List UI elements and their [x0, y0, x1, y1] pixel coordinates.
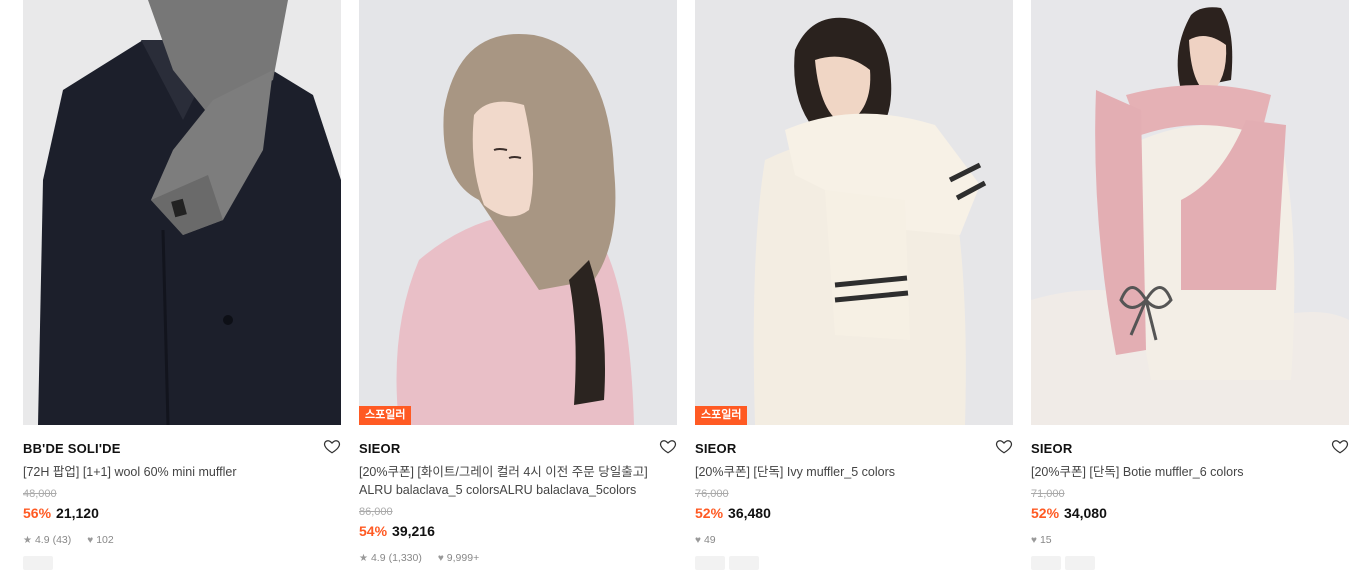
- sale-price: 21,120: [56, 505, 99, 521]
- price-line: 56% 21,120: [23, 505, 99, 521]
- like-heart-icon: ♥: [1031, 534, 1037, 546]
- tag-row: [1031, 556, 1095, 570]
- rating: 4.9: [34, 534, 50, 546]
- review-count: (43): [52, 534, 72, 546]
- price-line: 54% 39,216: [359, 523, 435, 539]
- product-card[interactable]: 스포일러 SIEOR [20%쿠폰] [단독] Ivy muffler_5 co…: [695, 0, 1013, 570]
- like-heart-icon: ♥: [87, 534, 94, 546]
- product-title-line2: ALRU balaclava_5 colorsALRU balaclava_5c…: [359, 483, 637, 497]
- product-title-line1: [20%쿠폰] [화이트/그레이 컬러 4시 이전 주문 당일출고]: [359, 465, 648, 479]
- spoiler-badge: 스포일러: [695, 406, 748, 425]
- brand-name[interactable]: SIEOR: [359, 441, 400, 456]
- like-count: 102: [96, 534, 114, 546]
- product-image[interactable]: [23, 0, 341, 425]
- product-title[interactable]: [72H 팝업] [1+1] wool 60% mini muffler: [23, 463, 323, 481]
- price-line: 52% 36,480: [695, 505, 771, 521]
- spoiler-badge: 스포일러: [359, 406, 412, 425]
- original-price: 86,000: [359, 506, 393, 518]
- tag-chip: [23, 556, 53, 570]
- star-icon: ★: [23, 534, 32, 546]
- rating: 4.9: [370, 552, 386, 564]
- tag-row: [23, 556, 53, 570]
- tag-chip: [695, 556, 725, 570]
- review-count: (1,330): [388, 552, 422, 564]
- brand-name[interactable]: BB'DE SOLI'DE: [23, 441, 121, 456]
- product-title[interactable]: [20%쿠폰] [단독] Botie muffler_6 colors: [1031, 463, 1331, 481]
- original-price: 48,000: [23, 488, 57, 500]
- star-icon: ★: [359, 552, 368, 564]
- tag-row: [695, 556, 759, 570]
- like-heart-icon: ♥: [695, 534, 701, 546]
- product-card[interactable]: BB'DE SOLI'DE [72H 팝업] [1+1] wool 60% mi…: [23, 0, 341, 570]
- sale-price: 34,080: [1064, 505, 1107, 521]
- like-count: 49: [703, 534, 716, 546]
- discount-rate: 54%: [359, 523, 388, 539]
- stats-row: ★ 4.9 (1,330) ♥ 9,999+: [359, 552, 479, 564]
- sale-price: 39,216: [392, 523, 435, 539]
- like-heart-icon: ♥: [437, 552, 444, 564]
- product-photo: [359, 0, 677, 425]
- product-grid: BB'DE SOLI'DE [72H 팝업] [1+1] wool 60% mi…: [0, 0, 1353, 570]
- product-photo: [695, 0, 1013, 425]
- heart-icon[interactable]: [995, 437, 1013, 455]
- discount-rate: 52%: [695, 505, 724, 521]
- product-title[interactable]: [20%쿠폰] [화이트/그레이 컬러 4시 이전 주문 당일출고] ALRU …: [359, 463, 659, 499]
- sale-price: 36,480: [728, 505, 771, 521]
- product-card[interactable]: 스포일러 SIEOR [20%쿠폰] [화이트/그레이 컬러 4시 이전 주문 …: [359, 0, 677, 564]
- heart-icon[interactable]: [1331, 437, 1349, 455]
- discount-rate: 56%: [23, 505, 52, 521]
- brand-name[interactable]: SIEOR: [695, 441, 736, 456]
- stats-row: ♥ 49: [695, 534, 716, 546]
- product-photo: [23, 0, 341, 425]
- product-photo: [1031, 0, 1349, 425]
- heart-icon[interactable]: [659, 437, 677, 455]
- stats-row: ♥ 15: [1031, 534, 1052, 546]
- tag-chip: [1031, 556, 1061, 570]
- tag-chip: [1065, 556, 1095, 570]
- product-image[interactable]: 스포일러: [695, 0, 1013, 425]
- brand-name[interactable]: SIEOR: [1031, 441, 1072, 456]
- original-price: 76,000: [695, 488, 729, 500]
- heart-icon[interactable]: [323, 437, 341, 455]
- product-image[interactable]: 스포일러: [359, 0, 677, 425]
- product-title[interactable]: [20%쿠폰] [단독] Ivy muffler_5 colors: [695, 463, 995, 481]
- tag-chip: [729, 556, 759, 570]
- stats-row: ★ 4.9 (43) ♥ 102: [23, 534, 114, 546]
- price-line: 52% 34,080: [1031, 505, 1107, 521]
- original-price: 71,000: [1031, 488, 1065, 500]
- like-count: 15: [1039, 534, 1052, 546]
- product-image[interactable]: [1031, 0, 1349, 425]
- like-count: 9,999+: [446, 552, 480, 564]
- product-card[interactable]: SIEOR [20%쿠폰] [단독] Botie muffler_6 color…: [1031, 0, 1349, 570]
- discount-rate: 52%: [1031, 505, 1060, 521]
